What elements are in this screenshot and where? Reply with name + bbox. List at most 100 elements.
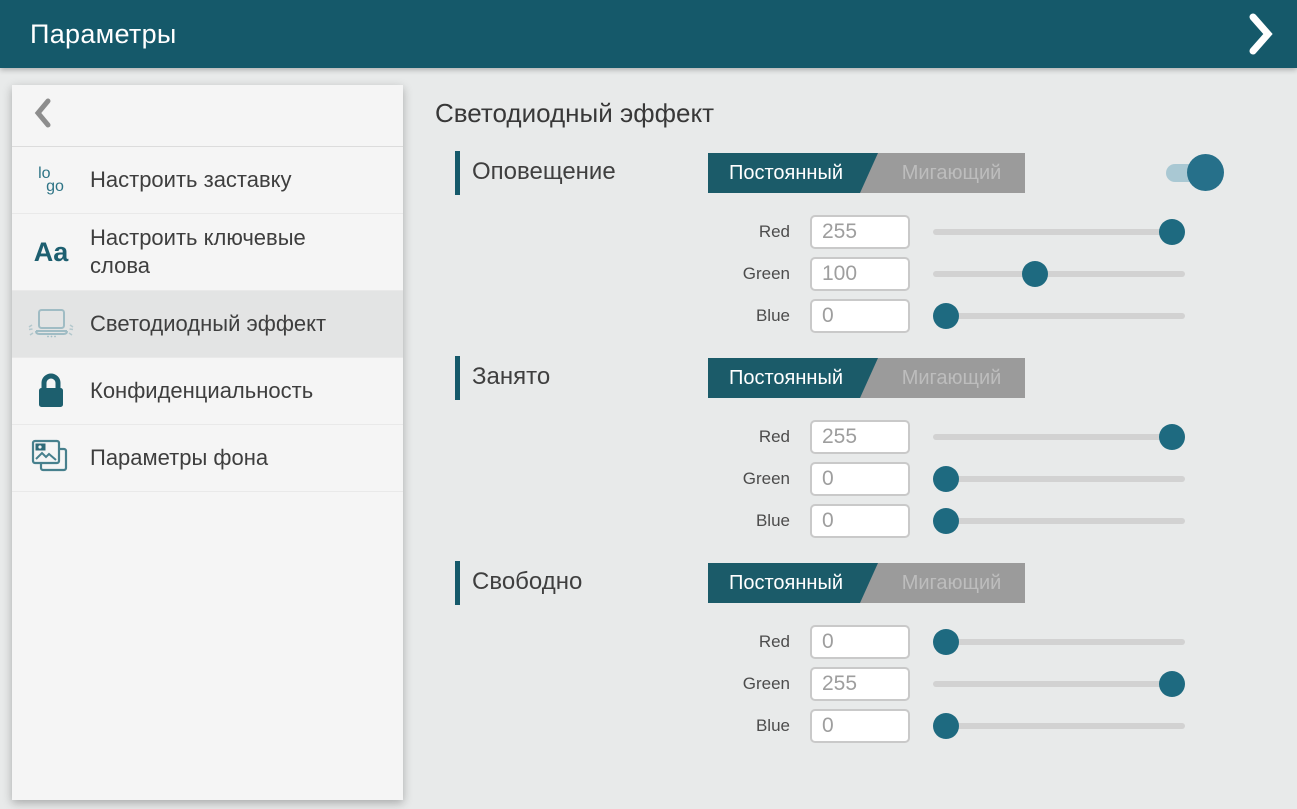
green-value-input[interactable]: [810, 462, 910, 496]
section-title: Оповещение: [472, 158, 616, 186]
green-label: Green: [435, 462, 790, 496]
sidebar-item-label: Настроить ключевые слова: [90, 214, 380, 290]
section-accent-bar: [455, 356, 460, 400]
blue-channel-row: Blue: [435, 709, 1225, 743]
logo-icon-text-bottom: go: [46, 180, 64, 193]
chevron-left-icon: [34, 98, 52, 133]
mode-segmented-control: Постоянный Мигающий: [708, 563, 1025, 603]
mode-option-constant[interactable]: Постоянный: [708, 153, 878, 193]
slider-thumb[interactable]: [1022, 261, 1048, 287]
keywords-icon: Aa: [12, 239, 90, 266]
sidebar-card: lo go Настроить заставку Aa Настроить кл…: [12, 85, 403, 800]
slider-thumb[interactable]: [1159, 424, 1185, 450]
slider-track: [933, 313, 1185, 319]
red-label: Red: [435, 215, 790, 249]
slider-track: [933, 723, 1185, 729]
green-slider[interactable]: [933, 257, 1185, 291]
red-channel-row: Red: [435, 420, 1225, 454]
section-header: Свободно Постоянный Мигающий: [435, 561, 1297, 605]
section-title: Свободно: [472, 568, 582, 596]
blue-value-input[interactable]: [810, 299, 910, 333]
blue-channel-row: Blue: [435, 299, 1225, 333]
chevron-right-icon[interactable]: [1241, 14, 1281, 54]
green-value-input[interactable]: [810, 667, 910, 701]
sidebar-item-keywords[interactable]: Aa Настроить ключевые слова: [12, 214, 403, 291]
sidebar-item-label: Конфиденциальность: [90, 367, 331, 415]
blue-channel-row: Blue: [435, 504, 1225, 538]
blue-label: Blue: [435, 504, 790, 538]
mode-segmented-control: Постоянный Мигающий: [708, 153, 1025, 193]
slider-thumb[interactable]: [933, 303, 959, 329]
sidebar-item-background[interactable]: Параметры фона: [12, 425, 403, 492]
logo-icon: lo go: [12, 167, 90, 193]
sidebar-item-screensaver[interactable]: lo go Настроить заставку: [12, 147, 403, 214]
slider-track: [933, 639, 1185, 645]
sidebar-item-label: Светодиодный эффект: [90, 300, 344, 348]
red-slider[interactable]: [933, 215, 1185, 249]
mode-option-blinking[interactable]: Мигающий: [878, 153, 1025, 193]
slider-track: [933, 229, 1185, 235]
section-header: Оповещение Постоянный Мигающий: [435, 151, 1297, 195]
mode-option-blinking[interactable]: Мигающий: [878, 358, 1025, 398]
green-slider[interactable]: [933, 462, 1185, 496]
section-title: Занято: [472, 363, 550, 391]
toggle-knob: [1187, 154, 1224, 191]
green-channel-row: Green: [435, 257, 1225, 291]
red-value-input[interactable]: [810, 625, 910, 659]
sidebar-item-privacy[interactable]: Конфиденциальность: [12, 358, 403, 425]
section-header: Занято Постоянный Мигающий: [435, 356, 1297, 400]
slider-thumb[interactable]: [933, 508, 959, 534]
section-accent-bar: [455, 561, 460, 605]
green-label: Green: [435, 257, 790, 291]
main-content: Светодиодный эффект Оповещение Постоянны…: [403, 68, 1297, 809]
sidebar-item-label: Настроить заставку: [90, 156, 310, 204]
green-channel-row: Green: [435, 462, 1225, 496]
blue-value-input[interactable]: [810, 709, 910, 743]
slider-thumb[interactable]: [1159, 671, 1185, 697]
slider-thumb[interactable]: [933, 713, 959, 739]
slider-thumb[interactable]: [933, 466, 959, 492]
blue-label: Blue: [435, 709, 790, 743]
lock-icon: [12, 371, 90, 411]
slider-track: [933, 476, 1185, 482]
sidebar-item-label: Параметры фона: [90, 434, 286, 482]
top-app-bar: Параметры: [0, 0, 1297, 68]
green-label: Green: [435, 667, 790, 701]
green-channel-row: Green: [435, 667, 1225, 701]
section-notification: Оповещение Постоянный Мигающий Red: [435, 151, 1297, 333]
red-slider[interactable]: [933, 625, 1185, 659]
sidebar-item-led-effect[interactable]: Светодиодный эффект: [12, 291, 403, 358]
sidebar: lo go Настроить заставку Aa Настроить кл…: [0, 68, 403, 809]
notification-toggle-switch[interactable]: [1166, 154, 1224, 191]
section-free: Свободно Постоянный Мигающий Red Green: [435, 561, 1297, 743]
mode-segmented-control: Постоянный Мигающий: [708, 358, 1025, 398]
red-label: Red: [435, 625, 790, 659]
red-slider[interactable]: [933, 420, 1185, 454]
mode-option-blinking[interactable]: Мигающий: [878, 563, 1025, 603]
blue-label: Blue: [435, 299, 790, 333]
red-channel-row: Red: [435, 215, 1225, 249]
slider-track: [933, 681, 1185, 687]
red-channel-row: Red: [435, 625, 1225, 659]
mode-option-constant[interactable]: Постоянный: [708, 563, 878, 603]
blue-slider[interactable]: [933, 299, 1185, 333]
slider-thumb[interactable]: [933, 629, 959, 655]
slider-thumb[interactable]: [1159, 219, 1185, 245]
green-value-input[interactable]: [810, 257, 910, 291]
keywords-icon-text: Aa: [34, 239, 69, 266]
blue-slider[interactable]: [933, 504, 1185, 538]
app-title: Параметры: [30, 19, 177, 50]
red-value-input[interactable]: [810, 420, 910, 454]
slider-track: [933, 518, 1185, 524]
page-title: Светодиодный эффект: [435, 98, 1297, 129]
led-screen-icon: [12, 305, 90, 343]
sidebar-back-button[interactable]: [12, 85, 403, 147]
red-label: Red: [435, 420, 790, 454]
blue-value-input[interactable]: [810, 504, 910, 538]
blue-slider[interactable]: [933, 709, 1185, 743]
green-slider[interactable]: [933, 667, 1185, 701]
section-accent-bar: [455, 151, 460, 195]
mode-option-constant[interactable]: Постоянный: [708, 358, 878, 398]
slider-track: [933, 271, 1185, 277]
red-value-input[interactable]: [810, 215, 910, 249]
